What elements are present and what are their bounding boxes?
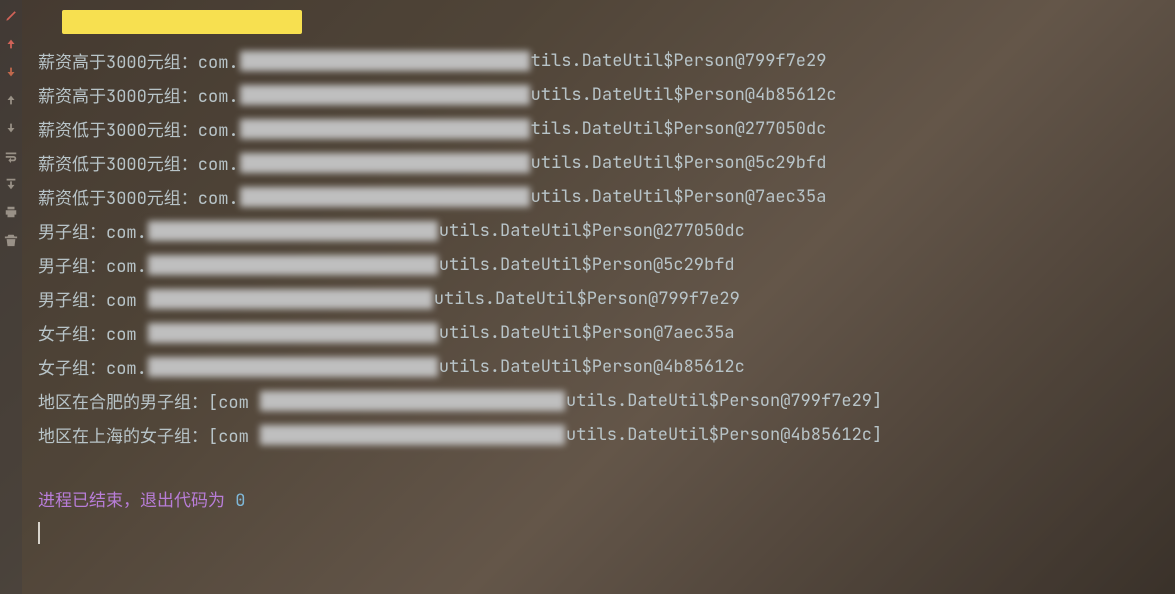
output-line: 女子组：com. utils.DateUtil$Person@4b85612c — [38, 350, 1159, 384]
exit-status-line: 进程已结束，退出代码为 0 — [38, 486, 1159, 512]
trash-icon[interactable] — [3, 232, 19, 248]
exit-code: 0 — [235, 490, 245, 512]
redacted-segment — [148, 255, 438, 275]
line-suffix: tils.DateUtil$Person@799f7e29 — [531, 50, 827, 72]
output-line: 薪资高于3000元组：com. tils.DateUtil$Person@799f… — [38, 44, 1159, 78]
redacted-segment — [148, 323, 438, 343]
redacted-segment — [240, 51, 530, 71]
line-prefix: 地区在上海的女子组：[com — [38, 422, 259, 448]
line-suffix: utils.DateUtil$Person@4b85612c] — [566, 424, 882, 446]
output-line: 男子组：com utils.DateUtil$Person@799f7e29 — [38, 282, 1159, 316]
arrow-up-icon[interactable] — [3, 92, 19, 108]
line-suffix: utils.DateUtil$Person@277050dc — [439, 220, 745, 242]
output-line: 女子组：com utils.DateUtil$Person@7aec35a — [38, 316, 1159, 350]
line-suffix: utils.DateUtil$Person@4b85612c — [531, 84, 837, 106]
redacted-segment — [148, 357, 438, 377]
redacted-segment — [240, 187, 530, 207]
redacted-segment — [240, 85, 530, 105]
exit-text: 进程已结束，退出代码为 — [38, 490, 235, 512]
line-prefix: 地区在合肥的男子组：[com — [38, 388, 259, 414]
arrow-up-red-icon[interactable] — [3, 36, 19, 52]
console-output[interactable]: 薪资高于3000元组：com. tils.DateUtil$Person@799f… — [22, 0, 1175, 594]
output-line: 男子组：com. utils.DateUtil$Person@5c29bfd — [38, 248, 1159, 282]
output-line: 薪资低于3000元组：com. utils.DateUtil$Person@5c2… — [38, 146, 1159, 180]
redacted-segment — [260, 425, 565, 445]
line-prefix: 男子组：com — [38, 286, 147, 312]
line-prefix: 女子组：com. — [38, 354, 147, 380]
cursor — [38, 522, 40, 544]
output-line: 地区在上海的女子组：[com utils.DateUtil$Person@4b8… — [38, 418, 1159, 452]
redacted-segment — [148, 221, 438, 241]
edit-icon[interactable] — [3, 8, 19, 24]
line-suffix: utils.DateUtil$Person@5c29bfd — [439, 254, 735, 276]
line-suffix: utils.DateUtil$Person@4b85612c — [439, 356, 745, 378]
line-prefix: 薪资低于3000元组：com. — [38, 184, 239, 210]
arrow-down-icon[interactable] — [3, 64, 19, 80]
line-prefix: 薪资低于3000元组：com. — [38, 116, 239, 142]
redacted-segment — [240, 153, 530, 173]
redacted-segment — [148, 289, 433, 309]
output-line: 男子组：com. utils.DateUtil$Person@277050dc — [38, 214, 1159, 248]
highlighted-text — [62, 10, 302, 34]
line-suffix: tils.DateUtil$Person@277050dc — [531, 118, 827, 140]
line-suffix: utils.DateUtil$Person@5c29bfd — [531, 152, 827, 174]
output-line: 薪资低于3000元组：com. utils.DateUtil$Person@7ae… — [38, 180, 1159, 214]
line-suffix: utils.DateUtil$Person@799f7e29] — [566, 390, 882, 412]
redacted-segment — [260, 391, 565, 411]
output-line: 薪资高于3000元组：com. utils.DateUtil$Person@4b8… — [38, 78, 1159, 112]
redacted-segment — [240, 119, 530, 139]
line-prefix: 男子组：com. — [38, 252, 147, 278]
line-suffix: utils.DateUtil$Person@7aec35a — [531, 186, 827, 208]
line-prefix: 女子组：com — [38, 320, 147, 346]
line-suffix: utils.DateUtil$Person@7aec35a — [439, 322, 735, 344]
line-suffix: utils.DateUtil$Person@799f7e29 — [434, 288, 740, 310]
line-prefix: 薪资低于3000元组：com. — [38, 150, 239, 176]
print-icon[interactable] — [3, 204, 19, 220]
export-icon[interactable] — [3, 176, 19, 192]
soft-wrap-icon[interactable] — [3, 148, 19, 164]
line-prefix: 薪资高于3000元组：com. — [38, 82, 239, 108]
output-lines: 薪资高于3000元组：com. tils.DateUtil$Person@799f… — [38, 44, 1159, 452]
line-prefix: 男子组：com. — [38, 218, 147, 244]
output-line: 薪资低于3000元组：com. tils.DateUtil$Person@2770… — [38, 112, 1159, 146]
line-prefix: 薪资高于3000元组：com. — [38, 48, 239, 74]
arrow-down-gray-icon[interactable] — [3, 120, 19, 136]
output-line: 地区在合肥的男子组：[com utils.DateUtil$Person@799… — [38, 384, 1159, 418]
gutter-sidebar — [0, 0, 22, 594]
